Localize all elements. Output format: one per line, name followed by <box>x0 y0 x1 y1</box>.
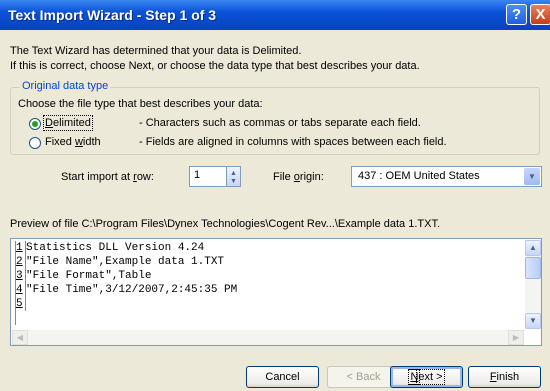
close-icon: X <box>535 6 546 23</box>
file-origin-label: File origin: <box>273 171 324 183</box>
chevron-down-icon[interactable]: ▼ <box>524 168 540 185</box>
preview-pane[interactable]: 1 Statistics DLL Version 4.24 2 "File Name… <box>10 238 542 346</box>
spin-up-icon[interactable]: ▲ <box>230 170 237 177</box>
help-icon: ? <box>511 6 522 23</box>
delimited-radio[interactable] <box>29 118 41 130</box>
intro-line-2: If this is correct, choose Next, or choo… <box>10 60 420 72</box>
preview-caption: Preview of file C:\Program Files\Dynex T… <box>10 218 441 230</box>
help-button[interactable]: ? <box>506 4 527 25</box>
start-row-input[interactable]: 1 <box>189 166 227 187</box>
preview-horizontal-scrollbar[interactable]: ◀ ▶ <box>12 330 524 345</box>
fixed-width-radio[interactable] <box>29 137 41 149</box>
next-button[interactable]: Next > <box>390 366 463 388</box>
preview-line: 1 Statistics DLL Version 4.24 <box>16 241 205 255</box>
finish-button[interactable]: Finish <box>468 366 541 388</box>
delimited-label[interactable]: Delimited <box>43 115 93 131</box>
start-row-label: Start import at row: <box>61 171 154 183</box>
scroll-up-icon[interactable]: ▲ <box>525 240 541 256</box>
start-row-spinner[interactable]: ▲ ▼ <box>226 166 241 187</box>
title-bar[interactable]: Text Import Wizard - Step 1 of 3 ? X <box>0 0 550 30</box>
fixed-width-description: - Fields are aligned in columns with spa… <box>139 136 447 148</box>
preview-line: 5 <box>16 297 26 311</box>
intro-line-1: The Text Wizard has determined that your… <box>10 45 302 57</box>
scroll-down-icon[interactable]: ▼ <box>525 313 541 329</box>
window-title: Text Import Wizard - Step 1 of 3 <box>8 7 217 23</box>
preview-line: 2 "File Name",Example data 1.TXT <box>16 255 225 269</box>
file-type-prompt: Choose the file type that best describes… <box>18 98 263 110</box>
preview-lines: 1 Statistics DLL Version 4.24 2 "File Name… <box>15 241 523 325</box>
close-button[interactable]: X <box>530 4 550 25</box>
file-origin-select[interactable]: 437 : OEM United States ▼ <box>351 166 542 187</box>
file-origin-value: 437 : OEM United States <box>358 170 480 182</box>
preview-line: 4 "File Time",3/12/2007,2:45:35 PM <box>16 283 238 297</box>
text-import-wizard-dialog: Text Import Wizard - Step 1 of 3 ? X The… <box>0 0 550 391</box>
vertical-scroll-thumb[interactable] <box>525 257 541 279</box>
fixed-width-label[interactable]: Fixed width <box>45 136 101 148</box>
spin-down-icon[interactable]: ▼ <box>230 178 237 185</box>
scroll-right-icon[interactable]: ▶ <box>508 330 524 345</box>
preview-line: 3 "File Format",Table <box>16 269 152 283</box>
original-data-type-legend: Original data type <box>20 80 111 92</box>
scroll-left-icon[interactable]: ◀ <box>12 330 28 345</box>
delimited-description: - Characters such as commas or tabs sepa… <box>139 117 421 129</box>
cancel-button[interactable]: Cancel <box>246 366 319 388</box>
preview-vertical-scrollbar[interactable]: ▲ ▼ <box>525 240 541 329</box>
